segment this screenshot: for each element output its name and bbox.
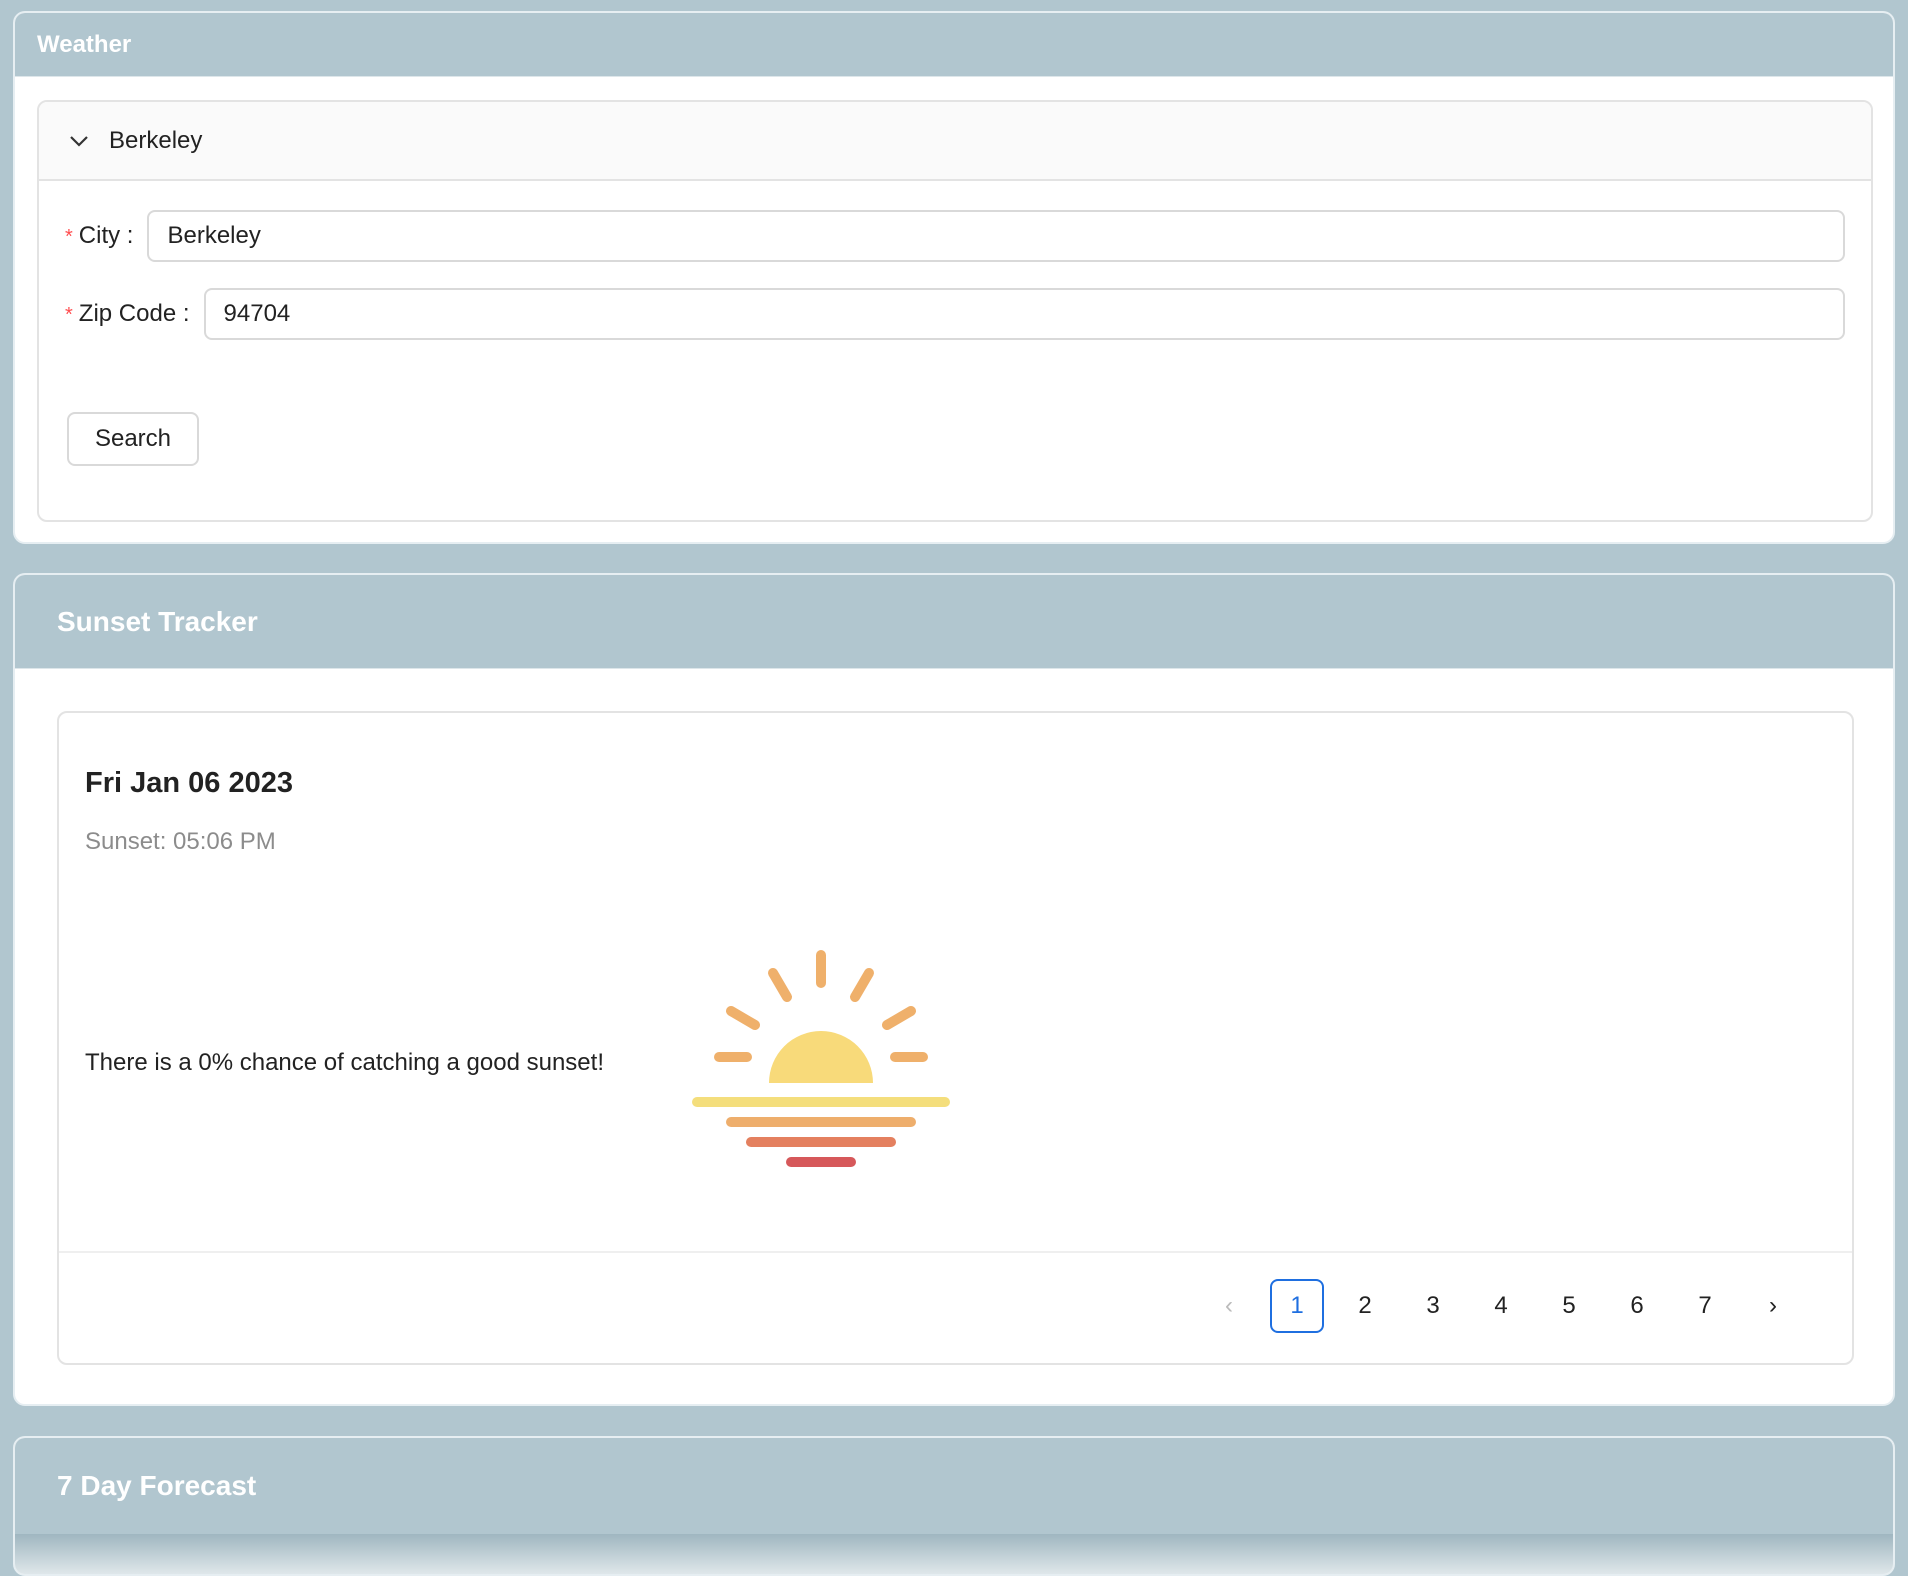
page-6[interactable]: 6	[1610, 1279, 1664, 1333]
zip-row: * Zip Code :	[65, 288, 1845, 340]
location-collapse: Berkeley *City : *Zip Code : Search	[37, 100, 1873, 522]
weather-panel-title: Weather	[15, 13, 1893, 77]
zip-label: * Zip Code :	[65, 300, 190, 327]
city-input[interactable]	[147, 210, 1845, 262]
sunset-card: Fri Jan 06 2023 Sunset: 05:06 PM There i…	[57, 711, 1854, 1365]
page-5[interactable]: 5	[1542, 1279, 1596, 1333]
page-4[interactable]: 4	[1474, 1279, 1528, 1333]
search-button[interactable]: Search	[67, 412, 199, 466]
forecast-panel: 7 Day Forecast	[13, 1436, 1895, 1576]
page-3[interactable]: 3	[1406, 1279, 1460, 1333]
collapse-title: Berkeley	[109, 126, 203, 154]
required-mark: *	[65, 226, 73, 248]
sunset-icon	[692, 950, 950, 1167]
sunset-panel-title: Sunset Tracker	[15, 575, 1893, 669]
sunset-panel: Sunset Tracker Fri Jan 06 2023 Sunset: 0…	[13, 573, 1895, 1406]
forecast-panel-title: 7 Day Forecast	[15, 1438, 1893, 1534]
sunset-chance-text: There is a 0% chance of catching a good …	[85, 1049, 604, 1076]
zip-input[interactable]	[203, 288, 1845, 340]
pagination: ‹ 1 2 3 4 5 6 7 ›	[1188, 1279, 1800, 1333]
forecast-content	[15, 1534, 1893, 1574]
chevron-right-icon[interactable]: ›	[1746, 1279, 1800, 1333]
page-1[interactable]: 1	[1270, 1279, 1324, 1333]
collapse-header[interactable]: Berkeley	[39, 102, 1871, 181]
chevron-left-icon[interactable]: ‹	[1202, 1279, 1256, 1333]
city-label: * City :	[65, 222, 134, 249]
required-mark: *	[65, 304, 73, 326]
city-row: * City :	[65, 210, 1845, 262]
card-footer: ‹ 1 2 3 4 5 6 7 ›	[59, 1251, 1852, 1363]
sunset-date: Fri Jan 06 2023	[85, 767, 293, 799]
page-2[interactable]: 2	[1338, 1279, 1392, 1333]
sunset-time: Sunset: 05:06 PM	[85, 828, 276, 855]
page-7[interactable]: 7	[1678, 1279, 1732, 1333]
weather-panel: Weather Berkeley *City : *Zip Code : Sea…	[13, 11, 1895, 544]
chevron-down-icon[interactable]	[67, 129, 91, 153]
